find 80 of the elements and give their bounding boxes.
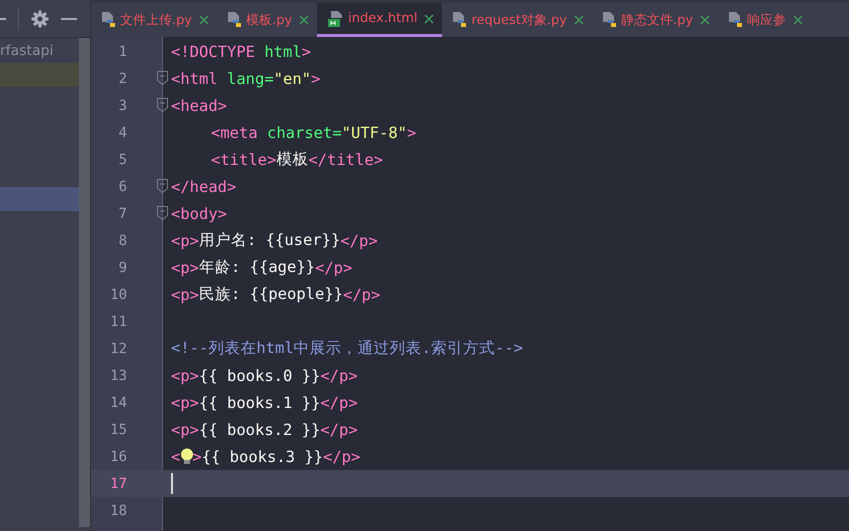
line-number: 7 [118,206,127,222]
editor-tab[interactable]: index.html [317,3,442,37]
editor-tab[interactable]: 响应参 [718,3,812,37]
line-number: 4 [118,124,127,140]
code-text: 民族: {{people}} [199,284,343,305]
tag-text: </p> [320,420,358,438]
editor-tab[interactable]: request对象.py [442,3,592,37]
code-text: {{ books.0 }} [199,366,320,384]
tag-text: > [311,70,320,88]
tag-text: </p> [315,258,352,276]
python-file-icon [227,11,244,29]
tag-text: <!DOCTYPE [171,42,255,60]
python-file-icon [452,11,468,29]
tag-text: <title> [211,150,276,168]
line-number: 10 [109,286,127,302]
code-text: {{ books.2 }} [199,420,320,438]
tag-text: <p> [171,286,199,304]
fold-icon[interactable] [157,206,168,220]
tag-text: <meta [211,124,258,142]
project-root-item[interactable]: rfastapi [0,39,79,63]
tag-text: <p> [171,420,199,438]
line-number: 11 [109,314,127,330]
line-number: 14 [109,394,127,410]
attribute-text: html [263,42,302,60]
python-file-icon [602,11,618,29]
line-number: 3 [118,98,127,114]
fold-icon[interactable] [157,179,168,193]
string-text: "en" [274,70,311,88]
line-number: 16 [109,448,127,464]
tag-text: </title> [308,150,383,168]
line-number: 9 [118,260,127,276]
tag-text: <p> [171,232,199,250]
line-number: 18 [109,502,127,518]
line-number: 1 [118,44,127,60]
line-number: 15 [109,422,127,438]
lightbulb-icon[interactable] [180,448,194,465]
collapse-icon[interactable] [0,16,6,20]
tag-text: </p> [342,286,380,304]
tag-text: <p> [171,366,199,384]
editor-tab[interactable]: 文件上传.py [91,3,218,37]
tag-text: </p> [320,366,358,384]
line-number: 17 [109,476,127,492]
tag-text: <body> [171,204,227,222]
line-number: 2 [118,70,127,86]
code-text: {{ books.3 }} [202,448,324,466]
tag-text: < [171,448,180,466]
tag-text: > [302,42,312,60]
code-text: 用户名: {{user}} [199,230,340,251]
settings-icon[interactable] [31,10,49,28]
line-number: 13 [109,368,127,384]
attribute-text: charset= [266,124,342,142]
code-text: {{ books.1 }} [199,394,320,412]
tag-text: </head> [171,178,236,196]
line-number: 12 [109,340,127,356]
code-text: 模板 [276,149,308,170]
line-number: 8 [118,232,127,248]
tag-text: > [192,448,202,466]
line-number: 6 [118,178,127,194]
tag-text: <html [171,70,218,88]
tag-text: <head> [171,96,227,114]
tag-text: </p> [323,448,360,466]
tag-text: <p> [171,394,199,412]
fold-icon[interactable] [157,98,168,112]
attribute-text: lang= [226,70,274,88]
text-cursor [171,473,173,494]
python-file-icon [728,11,744,29]
tag-text: <p> [171,258,199,276]
tag-text: </p> [320,394,358,412]
code-text: 年龄: {{age}} [199,257,315,278]
editor-tab[interactable]: 静态文件.py [592,3,718,37]
python-file-icon [101,11,117,29]
tag-text: > [407,124,416,142]
string-text: "UTF-8" [342,124,407,142]
editor-tab[interactable]: 模板.py [217,3,318,37]
code-comment: <!--列表在html中展示，通过列表.索引方式--> [171,338,523,359]
line-number: 5 [118,152,127,168]
scrollbar[interactable] [79,38,90,527]
fold-icon[interactable] [157,71,168,85]
minimize-icon[interactable] [61,18,77,20]
tag-text: </p> [340,232,378,250]
